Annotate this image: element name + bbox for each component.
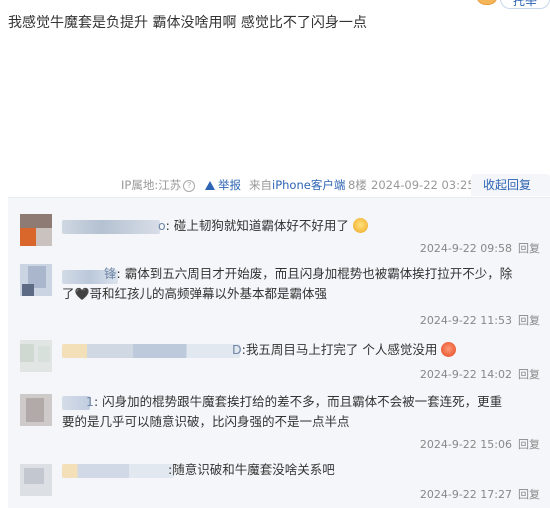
device-prefix: 来自 xyxy=(249,178,272,192)
reply-button[interactable]: 回复 xyxy=(518,438,540,451)
list-item: D:我五周目马上打完了 个人感觉没用 2024-9-22 14:02 回复 xyxy=(8,338,550,384)
username-tail: D xyxy=(232,342,242,357)
reply-button[interactable]: 回复 xyxy=(518,242,540,255)
reply-footer: 2024-9-22 09:58 回复 xyxy=(420,240,540,256)
reply-content-line-2-pre: 了 xyxy=(62,286,75,301)
post-meta-bar: IP属地:江苏? 举报 来自iPhone客户端 8楼 2024-09-22 03… xyxy=(0,174,550,196)
reply-content: :随意识破和牛魔套没啥关系吧 xyxy=(168,462,335,477)
reply-text: o: 碰上韧狗就知道霸体好不好用了 xyxy=(158,216,368,236)
avatar[interactable] xyxy=(20,464,52,496)
reply-footer: 2024-9-22 14:02 回复 xyxy=(420,366,540,382)
avatar[interactable] xyxy=(20,264,52,296)
reply-time: 2024-9-22 17:27 xyxy=(419,488,512,501)
reply-time: 2024-9-22 09:58 xyxy=(419,242,512,255)
reply-content-line-2: 要的是几乎可以随意识破，比闪身强的不是一点半点 xyxy=(62,414,350,429)
reply-button[interactable]: 回复 xyxy=(518,368,540,381)
report-link[interactable]: 举报 xyxy=(205,176,241,194)
reply-time: 2024-9-22 14:02 xyxy=(419,368,512,381)
reply-time: 2024-9-22 15:06 xyxy=(419,438,512,451)
reply-content-line-2-post: 哥和红孩儿的高频弹幕以外基本都是霸体强 xyxy=(89,286,327,301)
device-link[interactable]: iPhone客户端 xyxy=(272,178,345,192)
laugh-emoji-icon xyxy=(352,218,368,233)
list-item: :随意识破和牛魔套没啥关系吧 2024-9-22 17:27 回复 xyxy=(8,460,550,506)
ip-location: IP属地:江苏? xyxy=(121,176,196,194)
list-item: 1: 闪身加的棍势跟牛魔套挨打给的差不多，而且霸体不会被一套连死，更重 要的是几… xyxy=(8,388,550,452)
reply-text-line-2: 了🖤哥和红孩儿的高频弹幕以外基本都是霸体强 xyxy=(62,284,327,304)
reply-list: o: 碰上韧狗就知道霸体好不好用了 2024-9-22 09:58 回复 锋: 霸… xyxy=(8,197,550,508)
reply-footer: 2024-9-22 11:53 回复 xyxy=(420,312,540,328)
reply-button[interactable]: 回复 xyxy=(518,488,540,501)
reward-icon[interactable] xyxy=(476,0,498,5)
avatar[interactable] xyxy=(20,340,52,372)
reply-text: D:我五周目马上打完了 个人感觉没用 xyxy=(232,340,457,360)
username[interactable] xyxy=(62,464,174,478)
reply-content: : 碰上韧狗就知道霸体好不好用了 xyxy=(165,218,349,233)
list-item: o: 碰上韧狗就知道霸体好不好用了 2024-9-22 09:58 回复 xyxy=(8,210,550,266)
collapse-replies-button[interactable]: 收起回复 xyxy=(471,174,550,196)
reply-text: 锋: 霸体到五六周目才开始废，而且闪身加棍势也被霸体挨打拉开不少，除 xyxy=(104,264,512,284)
floor-number: 8楼 xyxy=(348,178,367,192)
reply-text: :随意识破和牛魔套没啥关系吧 xyxy=(168,460,335,480)
warning-icon xyxy=(205,181,215,190)
username-tail: 锋 xyxy=(104,266,117,281)
avatar[interactable] xyxy=(20,214,52,246)
reply-content: :我五周目马上打完了 个人感觉没用 xyxy=(241,342,438,357)
report-label: 举报 xyxy=(218,178,241,192)
heart-icon: 🖤 xyxy=(74,287,90,301)
reward-button[interactable]: 托举 xyxy=(500,0,550,9)
username-tail: 1 xyxy=(86,394,94,409)
ip-location-label: IP属地:江苏 xyxy=(121,178,182,192)
tieba-post-page: 托举 我感觉牛魔套是负提升 霸体没啥用啊 感觉比不了闪身一点 IP属地:江苏? … xyxy=(0,0,550,508)
username[interactable] xyxy=(62,344,240,358)
username[interactable] xyxy=(62,220,160,234)
username-tail: o xyxy=(158,218,166,233)
reply-footer: 2024-9-22 17:27 回复 xyxy=(420,486,540,502)
angry-emoji-icon xyxy=(441,342,457,357)
reply-button[interactable]: 回复 xyxy=(518,314,540,327)
list-item: 锋: 霸体到五六周目才开始废，而且闪身加棍势也被霸体挨打拉开不少，除 了🖤哥和红… xyxy=(8,260,550,327)
post-date: 2024-09-22 03:25 xyxy=(371,178,475,192)
reply-text: 1: 闪身加的棍势跟牛魔套挨打给的差不多，而且霸体不会被一套连死，更重 xyxy=(86,392,502,412)
post-content: 我感觉牛魔套是负提升 霸体没啥用啊 感觉比不了闪身一点 xyxy=(8,15,367,31)
reply-time: 2024-9-22 11:53 xyxy=(419,314,512,327)
reply-content-line-1: : 闪身加的棍势跟牛魔套挨打给的差不多，而且霸体不会被一套连死，更重 xyxy=(93,394,503,409)
reply-content-line-1: : 霸体到五六周目才开始废，而且闪身加棍势也被霸体挨打拉开不少，除 xyxy=(116,266,513,281)
avatar[interactable] xyxy=(20,394,52,426)
reply-footer: 2024-9-22 15:06 回复 xyxy=(420,436,540,452)
help-icon[interactable]: ? xyxy=(183,180,196,192)
device-source: 来自iPhone客户端 xyxy=(249,176,345,194)
